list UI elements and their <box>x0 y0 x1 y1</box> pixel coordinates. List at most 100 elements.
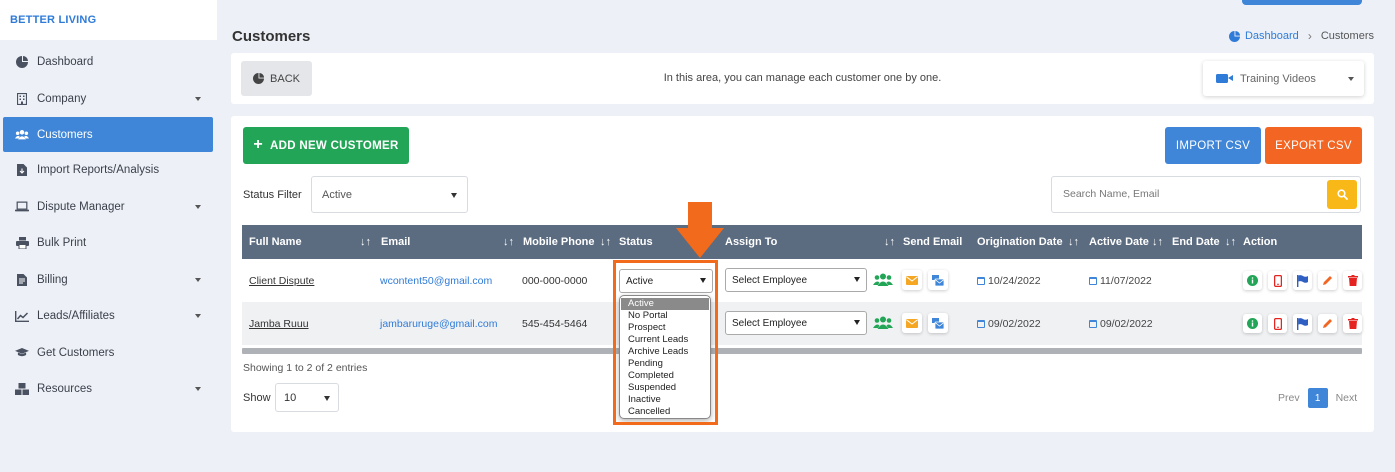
assign-employee-select[interactable]: Select Employee <box>725 311 867 335</box>
sort-icon[interactable]: ↓↑ <box>503 225 514 259</box>
send-email-button[interactable] <box>902 313 922 333</box>
sort-icon[interactable]: ↓↑ <box>360 225 371 259</box>
col-send-email[interactable]: Send Email <box>903 225 962 259</box>
col-active-date[interactable]: Active Date <box>1089 225 1149 259</box>
flag-button[interactable] <box>1293 314 1312 333</box>
email-history-button[interactable] <box>928 313 948 333</box>
active-date-text: 09/02/2022 <box>1100 317 1153 330</box>
col-assign-to[interactable]: Assign To <box>725 225 777 259</box>
col-origination-date[interactable]: Origination Date <box>977 225 1063 259</box>
mail-bulk-icon <box>932 317 944 329</box>
customer-email-text[interactable]: jambaruruge@gmail.com <box>380 318 497 330</box>
prev-page-button[interactable]: Prev <box>1278 392 1300 404</box>
sort-icon[interactable]: ↓↑ <box>1068 225 1079 259</box>
sidebar-item-customers[interactable]: Customers <box>3 117 213 152</box>
chevron-down-icon <box>195 96 201 101</box>
sidebar-item-dashboard[interactable]: Dashboard <box>0 44 217 81</box>
breadcrumb-current: Customers <box>1320 30 1374 42</box>
status-select[interactable]: Active <box>619 269 713 293</box>
customers-card: + ADD NEW CUSTOMER IMPORT CSV EXPORT CSV… <box>231 116 1374 432</box>
col-label: Full Name <box>249 236 302 248</box>
send-email-button[interactable] <box>902 270 922 290</box>
sidebar-item-import-reports[interactable]: Import Reports/Analysis <box>0 152 217 189</box>
customer-name[interactable]: Client Dispute <box>249 275 314 287</box>
assign-employee-select[interactable]: Select Employee <box>725 268 867 292</box>
team-icon[interactable] <box>873 316 893 332</box>
search-button[interactable] <box>1327 180 1357 209</box>
chevron-down-icon <box>854 277 860 282</box>
edit-button[interactable] <box>1318 314 1337 333</box>
customer-name-link[interactable]: Jamba Ruuu <box>249 302 309 345</box>
sidebar-item-company[interactable]: Company <box>0 81 217 118</box>
assign-employee-value: Select Employee <box>732 274 808 286</box>
customer-name-link[interactable]: Client Dispute <box>249 259 314 302</box>
status-filter-value: Active <box>322 188 352 201</box>
chevron-down-icon <box>195 314 201 319</box>
sidebar-item-resources[interactable]: Resources <box>0 371 217 408</box>
team-icon[interactable] <box>873 273 893 289</box>
breadcrumb: Dashboard › Customers <box>1228 29 1374 43</box>
status-option-inactive[interactable]: Inactive <box>621 394 709 406</box>
status-option-pending[interactable]: Pending <box>621 358 709 370</box>
training-videos-dropdown[interactable]: Training Videos <box>1203 61 1364 96</box>
status-option-active[interactable]: Active <box>621 298 709 310</box>
col-label: Action <box>1243 236 1278 248</box>
sidebar-item-get-customers[interactable]: Get Customers <box>0 335 217 372</box>
col-label: Status <box>619 236 653 248</box>
col-full-name[interactable]: Full Name <box>249 225 302 259</box>
brand-logo[interactable]: BETTER LIVING <box>0 0 217 40</box>
table-row: Client Dispute wcontent50@gmail.com 000-… <box>242 259 1362 302</box>
sidebar-item-billing[interactable]: Billing <box>0 262 217 299</box>
sort-icon[interactable]: ↓↑ <box>884 225 895 259</box>
edit-button[interactable] <box>1318 271 1337 290</box>
flag-button[interactable] <box>1293 271 1312 290</box>
sidebar: BETTER LIVING Dashboard Company Customer… <box>0 0 217 472</box>
mobile-button[interactable] <box>1268 314 1287 333</box>
trash-icon <box>1347 318 1358 329</box>
origination-date-text: 09/02/2022 <box>988 317 1041 330</box>
col-action[interactable]: Action <box>1243 225 1277 259</box>
status-option-no-portal[interactable]: No Portal <box>621 310 709 322</box>
sidebar-item-leads-affiliates[interactable]: Leads/Affiliates <box>0 298 217 335</box>
col-mobile-phone[interactable]: Mobile Phone <box>523 225 595 259</box>
info-button[interactable] <box>1243 314 1262 333</box>
status-option-cancelled[interactable]: Cancelled <box>621 406 709 418</box>
sort-icon[interactable]: ↓↑ <box>1152 225 1163 259</box>
col-status[interactable]: Status <box>619 225 653 259</box>
top-account-button[interactable] <box>1242 0 1362 5</box>
breadcrumb-dashboard-link[interactable]: Dashboard <box>1228 30 1299 42</box>
status-filter-select[interactable]: Active <box>311 176 468 213</box>
plus-icon: + <box>253 135 264 153</box>
status-option-completed[interactable]: Completed <box>621 370 709 382</box>
page-size-select[interactable]: 10 <box>275 383 339 412</box>
import-csv-button[interactable]: IMPORT CSV <box>1165 127 1261 164</box>
col-label: Email <box>381 236 411 248</box>
calendar-icon <box>977 319 985 328</box>
email-history-button[interactable] <box>928 270 948 290</box>
delete-button[interactable] <box>1343 314 1362 333</box>
customer-email[interactable]: jambaruruge@gmail.com <box>380 302 497 345</box>
horizontal-scrollbar[interactable] <box>242 348 1362 354</box>
status-option-prospect[interactable]: Prospect <box>621 322 709 334</box>
sort-icon[interactable]: ↓↑ <box>1225 225 1236 259</box>
sidebar-item-dispute-manager[interactable]: Dispute Manager <box>0 189 217 226</box>
customer-email[interactable]: wcontent50@gmail.com <box>380 259 492 302</box>
arrow-down-icon <box>676 202 724 258</box>
col-end-date[interactable]: End Date <box>1172 225 1220 259</box>
info-button[interactable] <box>1243 271 1262 290</box>
page-number-button[interactable]: 1 <box>1307 388 1328 408</box>
status-option-archive-leads[interactable]: Archive Leads <box>621 346 709 358</box>
mobile-button[interactable] <box>1268 271 1287 290</box>
customer-name[interactable]: Jamba Ruuu <box>249 318 309 330</box>
status-option-current-leads[interactable]: Current Leads <box>621 334 709 346</box>
delete-button[interactable] <box>1343 271 1362 290</box>
next-page-button[interactable]: Next <box>1336 392 1358 404</box>
status-option-suspended[interactable]: Suspended <box>621 382 709 394</box>
customer-email-text[interactable]: wcontent50@gmail.com <box>380 275 492 287</box>
search-input[interactable] <box>1063 188 1313 200</box>
col-email[interactable]: Email <box>381 225 410 259</box>
sidebar-item-bulk-print[interactable]: Bulk Print <box>0 225 217 262</box>
add-new-customer-button[interactable]: + ADD NEW CUSTOMER <box>243 127 409 164</box>
export-csv-button[interactable]: EXPORT CSV <box>1265 127 1362 164</box>
sort-icon[interactable]: ↓↑ <box>600 225 611 259</box>
